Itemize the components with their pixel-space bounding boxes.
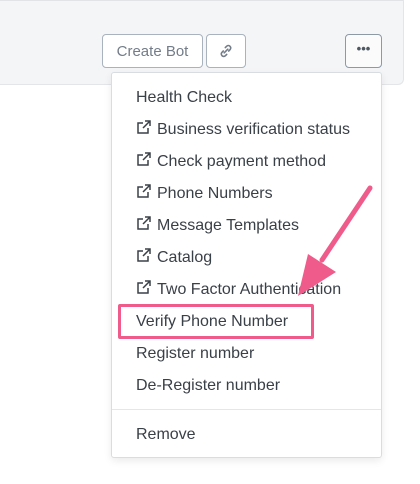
menu-item-label: Check payment method bbox=[157, 153, 326, 170]
menu-item-label: Remove bbox=[136, 426, 196, 443]
menu-item-label: Register number bbox=[136, 345, 255, 362]
menu-item-label: Phone Numbers bbox=[157, 185, 273, 202]
card-top-divider bbox=[0, 0, 403, 1]
link-button[interactable] bbox=[206, 34, 246, 68]
external-link-icon bbox=[137, 216, 151, 230]
external-link-icon bbox=[137, 152, 151, 166]
menu-item-phone-numbers[interactable]: Phone Numbers bbox=[136, 182, 273, 206]
menu-divider bbox=[112, 409, 381, 410]
menu-item-de-register-number[interactable]: De-Register number bbox=[136, 374, 280, 398]
link-icon bbox=[220, 44, 232, 58]
external-link-icon bbox=[137, 280, 151, 294]
menu-item-business-verification-status[interactable]: Business verification status bbox=[136, 118, 350, 142]
menu-item-label: De-Register number bbox=[136, 377, 281, 394]
menu-item-register-number[interactable]: Register number bbox=[136, 342, 254, 366]
more-options-button[interactable]: ••• bbox=[345, 34, 382, 68]
menu-item-catalog[interactable]: Catalog bbox=[136, 246, 212, 270]
external-link-icon bbox=[137, 120, 151, 134]
menu-item-health-check[interactable]: Health Check bbox=[136, 86, 232, 110]
menu-item-label: Message Templates bbox=[157, 217, 299, 234]
create-bot-button[interactable]: Create Bot bbox=[102, 34, 203, 68]
menu-item-label: Business verification status bbox=[157, 121, 350, 138]
external-link-icon bbox=[137, 184, 151, 198]
menu-item-label: Health Check bbox=[136, 89, 233, 106]
annotation-arrow bbox=[298, 185, 373, 296]
more-horizontal-icon: ••• bbox=[356, 41, 371, 56]
menu-item-remove[interactable]: Remove bbox=[136, 423, 196, 447]
external-link-icon bbox=[137, 248, 151, 262]
menu-item-check-payment-method[interactable]: Check payment method bbox=[136, 150, 326, 174]
menu-item-label: Catalog bbox=[157, 249, 213, 266]
menu-item-message-templates[interactable]: Message Templates bbox=[136, 214, 299, 238]
